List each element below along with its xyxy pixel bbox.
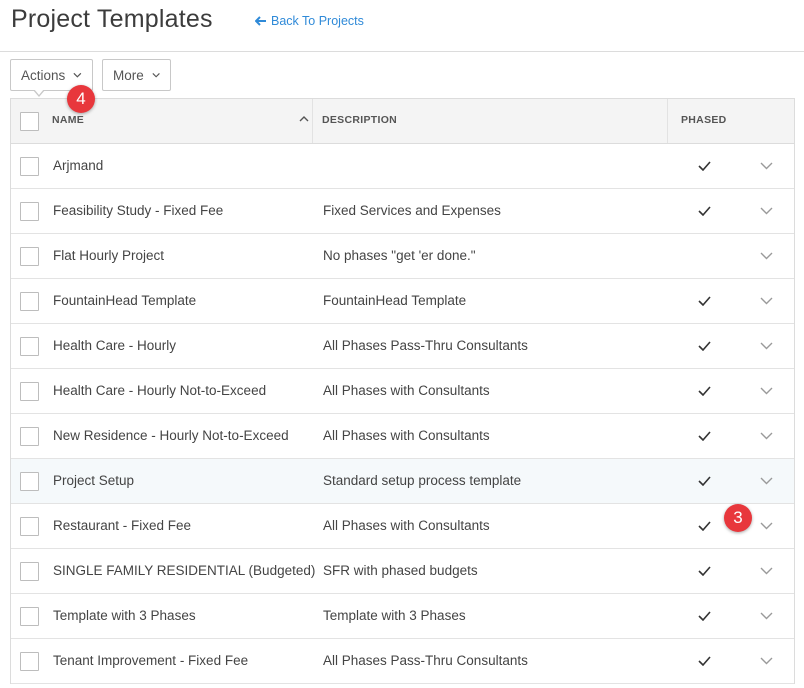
row-checkbox[interactable] — [20, 337, 39, 356]
template-name[interactable]: Project Setup — [53, 473, 134, 488]
chevron-down-icon[interactable] — [760, 567, 773, 575]
actions-dropdown-pointer — [33, 89, 45, 97]
template-description: Template with 3 Phases — [323, 608, 466, 623]
chevron-down-icon[interactable] — [760, 477, 773, 485]
template-description: FountainHead Template — [323, 293, 467, 308]
template-description: All Phases with Consultants — [323, 518, 490, 533]
template-name[interactable]: Template with 3 Phases — [53, 608, 196, 623]
annotation-badge-row: 3 — [724, 504, 752, 532]
column-header-name[interactable]: NAME — [52, 114, 84, 126]
template-name[interactable]: Flat Hourly Project — [53, 248, 164, 263]
page-title: Project Templates — [11, 5, 213, 33]
template-name[interactable]: Restaurant - Fixed Fee — [53, 518, 191, 533]
check-icon — [698, 476, 711, 486]
chevron-down-icon[interactable] — [760, 297, 773, 305]
check-icon — [698, 521, 711, 531]
annotation-badge-actions: 4 — [67, 85, 95, 113]
table-row[interactable]: Tenant Improvement - Fixed Fee All Phases… — [11, 639, 794, 684]
more-button[interactable]: More — [102, 59, 171, 91]
table-row[interactable]: Health Care - Hourly All Phases Pass-Thru… — [11, 324, 794, 369]
page-header: Project Templates Back To Projects — [0, 0, 804, 52]
table-row[interactable]: Feasibility Study - Fixed Fee Fixed Servi… — [11, 189, 794, 234]
row-checkbox[interactable] — [20, 517, 39, 536]
chevron-down-icon[interactable] — [760, 387, 773, 395]
template-description: Fixed Services and Expenses — [323, 203, 501, 218]
back-link-label: Back To Projects — [271, 14, 364, 28]
back-to-projects-link[interactable]: Back To Projects — [255, 14, 364, 28]
template-name[interactable]: FountainHead Template — [53, 293, 196, 308]
select-all-checkbox[interactable] — [20, 112, 39, 131]
row-checkbox[interactable] — [20, 382, 39, 401]
column-divider — [312, 99, 313, 143]
row-checkbox[interactable] — [20, 562, 39, 581]
table-body: Arjmand Feasibility Study - Fixed Fee Fixe… — [11, 144, 794, 684]
row-checkbox[interactable] — [20, 427, 39, 446]
template-description: Standard setup process template — [323, 473, 522, 488]
template-description: No phases "get 'er done." — [323, 248, 476, 263]
check-icon — [698, 656, 711, 666]
chevron-down-icon[interactable] — [760, 162, 773, 170]
table-row[interactable]: Health Care - Hourly Not-to-Exceed All Ph… — [11, 369, 794, 414]
template-description: All Phases with Consultants — [323, 428, 490, 443]
arrow-left-icon — [255, 16, 266, 26]
row-checkbox[interactable] — [20, 157, 39, 176]
check-icon — [698, 296, 711, 306]
chevron-down-icon — [152, 72, 160, 78]
template-name[interactable]: Feasibility Study - Fixed Fee — [53, 203, 223, 218]
table-row[interactable]: Flat Hourly Project No phases "get 'er do… — [11, 234, 794, 279]
table-row[interactable]: FountainHead Template FountainHead Templa… — [11, 279, 794, 324]
chevron-up-icon[interactable] — [299, 115, 309, 122]
template-name[interactable]: Tenant Improvement - Fixed Fee — [53, 653, 248, 668]
row-checkbox[interactable] — [20, 652, 39, 671]
template-name[interactable]: Health Care - Hourly — [53, 338, 176, 353]
table-row[interactable]: Restaurant - Fixed Fee All Phases with Co… — [11, 504, 794, 549]
template-description: SFR with phased budgets — [323, 563, 478, 578]
template-name[interactable]: New Residence - Hourly Not-to-Exceed — [53, 428, 289, 443]
table-row[interactable]: Arjmand — [11, 144, 794, 189]
chevron-down-icon — [73, 72, 82, 78]
table-row[interactable]: SINGLE FAMILY RESIDENTIAL (Budgeted) SFR … — [11, 549, 794, 594]
check-icon — [698, 161, 711, 171]
row-checkbox[interactable] — [20, 292, 39, 311]
template-name[interactable]: Arjmand — [53, 158, 103, 173]
check-icon — [698, 341, 711, 351]
template-name[interactable]: SINGLE FAMILY RESIDENTIAL (Budgeted) — [53, 563, 315, 578]
chevron-down-icon[interactable] — [760, 657, 773, 665]
table-row[interactable]: Template with 3 Phases Template with 3 Ph… — [11, 594, 794, 639]
template-description: All Phases with Consultants — [323, 383, 490, 398]
table-row[interactable]: Project Setup Standard setup process temp… — [11, 459, 794, 504]
chevron-down-icon[interactable] — [760, 342, 773, 350]
row-checkbox[interactable] — [20, 607, 39, 626]
template-description: All Phases Pass-Thru Consultants — [323, 653, 528, 668]
check-icon — [698, 431, 711, 441]
template-name[interactable]: Health Care - Hourly Not-to-Exceed — [53, 383, 266, 398]
chevron-down-icon[interactable] — [760, 522, 773, 530]
row-checkbox[interactable] — [20, 202, 39, 221]
chevron-down-icon[interactable] — [760, 252, 773, 260]
check-icon — [698, 206, 711, 216]
row-checkbox[interactable] — [20, 247, 39, 266]
actions-label: Actions — [21, 67, 66, 83]
column-header-phased[interactable]: PHASED — [681, 114, 727, 126]
more-label: More — [113, 67, 144, 83]
chevron-down-icon[interactable] — [760, 432, 773, 440]
check-icon — [698, 386, 711, 396]
row-checkbox[interactable] — [20, 472, 39, 491]
table-row[interactable]: New Residence - Hourly Not-to-Exceed All … — [11, 414, 794, 459]
check-icon — [698, 611, 711, 621]
chevron-down-icon[interactable] — [760, 207, 773, 215]
table-header: NAME DESCRIPTION PHASED — [11, 98, 794, 144]
column-header-description[interactable]: DESCRIPTION — [322, 114, 397, 126]
templates-table: NAME DESCRIPTION PHASED Arjmand Feasibili… — [10, 98, 795, 684]
chevron-down-icon[interactable] — [760, 612, 773, 620]
check-icon — [698, 566, 711, 576]
column-divider — [667, 99, 668, 143]
template-description: All Phases Pass-Thru Consultants — [323, 338, 528, 353]
